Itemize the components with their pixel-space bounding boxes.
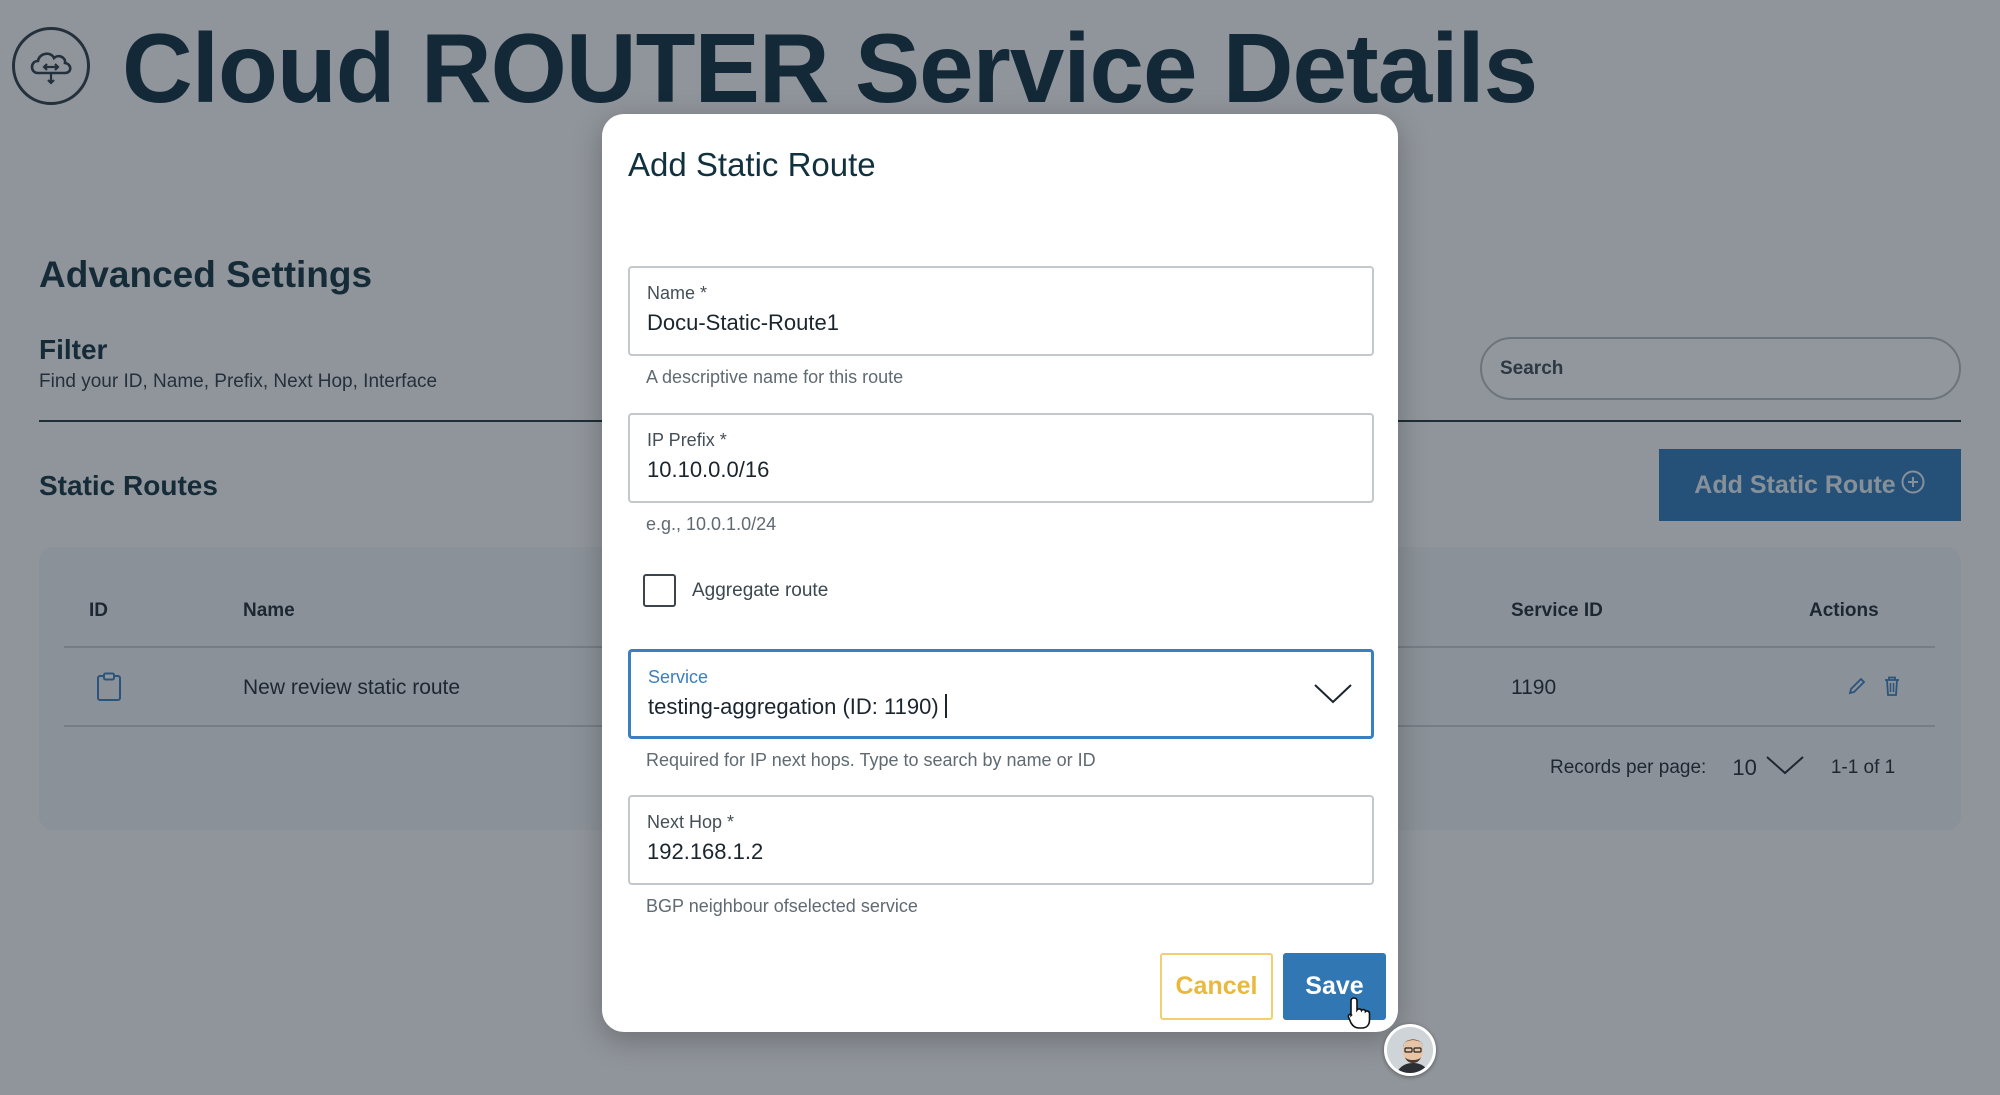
service-helper: Required for IP next hops. Type to searc… bbox=[646, 750, 1096, 770]
pointer-cursor-icon bbox=[1347, 996, 1373, 1035]
chevron-down-icon[interactable] bbox=[1313, 682, 1353, 711]
service-value: testing-aggregation (ID: 1190) bbox=[648, 694, 947, 720]
name-field-value: Docu-Static-Route1 bbox=[647, 310, 839, 335]
name-field[interactable]: Name * Docu-Static-Route1 bbox=[628, 266, 1374, 356]
next-hop-helper: BGP neighbour ofselected service bbox=[646, 896, 918, 916]
name-field-label: Name * bbox=[647, 283, 708, 303]
aggregate-route-checkbox[interactable] bbox=[643, 574, 676, 607]
next-hop-value: 192.168.1.2 bbox=[647, 839, 764, 864]
add-static-route-dialog: Add Static Route Name * Docu-Static-Rout… bbox=[602, 114, 1398, 1032]
name-field-helper: A descriptive name for this route bbox=[646, 367, 904, 387]
avatar bbox=[1384, 1024, 1436, 1076]
next-hop-field[interactable]: Next Hop * 192.168.1.2 bbox=[628, 795, 1374, 885]
ip-prefix-field[interactable]: IP Prefix * 10.10.0.0/16 bbox=[628, 413, 1374, 503]
ip-prefix-label: IP Prefix * bbox=[647, 430, 727, 450]
aggregate-route-label[interactable]: Aggregate route bbox=[692, 580, 828, 602]
ip-prefix-value: 10.10.0.0/16 bbox=[647, 457, 770, 482]
ip-prefix-helper: e.g., 10.0.1.0/24 bbox=[646, 514, 777, 534]
cancel-button[interactable]: Cancel bbox=[1160, 953, 1273, 1020]
service-label: Service bbox=[648, 667, 709, 687]
dialog-title: Add Static Route bbox=[628, 146, 876, 183]
next-hop-label: Next Hop * bbox=[647, 812, 735, 832]
text-caret bbox=[944, 694, 947, 718]
service-combobox[interactable]: Service testing-aggregation (ID: 1190) bbox=[628, 649, 1374, 739]
